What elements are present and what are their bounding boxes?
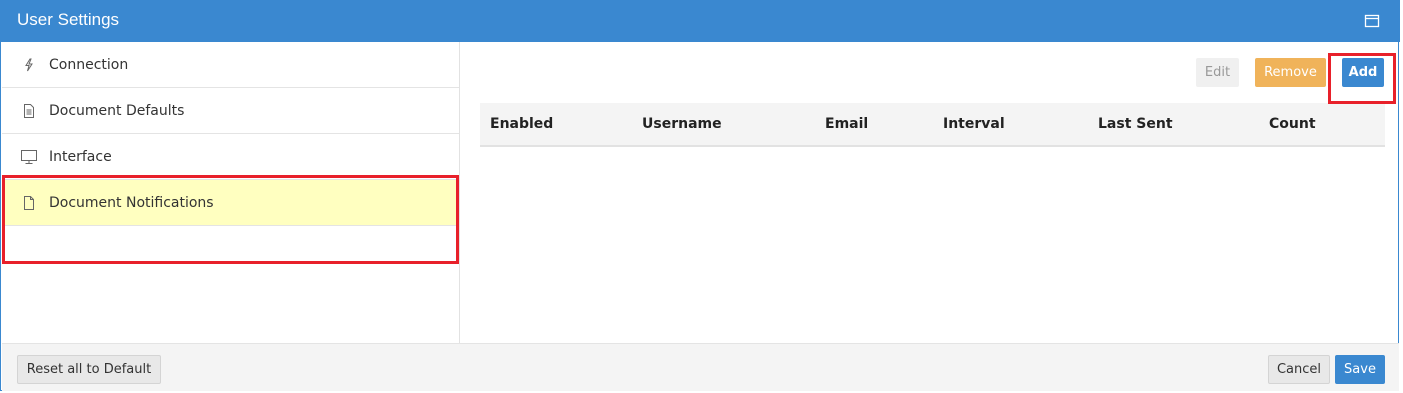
notifications-panel: Edit Remove Add Enabled Username Email I… bbox=[460, 42, 1400, 343]
sidebar-item-label: Connection bbox=[49, 56, 129, 73]
reset-all-button[interactable]: Reset all to Default bbox=[17, 355, 161, 384]
column-header-last-sent[interactable]: Last Sent bbox=[1098, 116, 1173, 132]
column-header-interval[interactable]: Interval bbox=[943, 116, 1005, 132]
column-header-email[interactable]: Email bbox=[825, 116, 868, 132]
column-header-enabled[interactable]: Enabled bbox=[490, 116, 553, 132]
sidebar-item-label: Interface bbox=[49, 148, 112, 165]
dialog-footer: Reset all to Default Cancel Save bbox=[2, 343, 1399, 391]
document-lines-icon bbox=[21, 103, 37, 119]
sidebar-item-interface[interactable]: Interface bbox=[2, 134, 459, 180]
window-maximize-icon[interactable] bbox=[1364, 13, 1380, 29]
sidebar-item-document-defaults[interactable]: Document Defaults bbox=[2, 88, 459, 134]
dialog-title: User Settings bbox=[17, 10, 120, 29]
settings-sidebar: Connection Document Defaults Interface D… bbox=[2, 42, 460, 343]
user-settings-dialog: User Settings Connection Document Defaul… bbox=[0, 0, 1400, 391]
column-header-count[interactable]: Count bbox=[1269, 116, 1316, 132]
cancel-button[interactable]: Cancel bbox=[1268, 355, 1330, 384]
document-icon bbox=[21, 195, 37, 211]
monitor-icon bbox=[21, 149, 37, 165]
sidebar-item-connection[interactable]: Connection bbox=[2, 42, 459, 88]
add-button[interactable]: Add bbox=[1342, 58, 1384, 87]
column-header-username[interactable]: Username bbox=[642, 116, 722, 132]
title-bar: User Settings bbox=[1, 0, 1400, 42]
sidebar-item-document-notifications[interactable]: Document Notifications bbox=[2, 180, 459, 226]
sidebar-item-label: Document Notifications bbox=[49, 194, 214, 211]
edit-button[interactable]: Edit bbox=[1196, 58, 1239, 87]
save-button[interactable]: Save bbox=[1335, 355, 1385, 384]
notifications-table-header: Enabled Username Email Interval Last Sen… bbox=[480, 103, 1385, 147]
lightning-icon bbox=[21, 57, 37, 73]
remove-button[interactable]: Remove bbox=[1255, 58, 1326, 87]
sidebar-item-label: Document Defaults bbox=[49, 102, 185, 119]
